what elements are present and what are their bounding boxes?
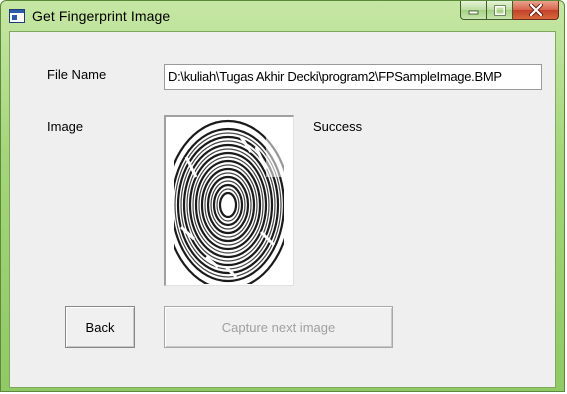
maximize-button[interactable] xyxy=(487,1,513,20)
fingerprint-image-box xyxy=(164,115,294,286)
close-icon xyxy=(528,4,543,16)
back-button[interactable]: Back xyxy=(65,306,135,348)
title-bar[interactable]: Get Fingerprint Image xyxy=(1,1,564,31)
minimize-button[interactable] xyxy=(460,1,487,20)
status-label: Success xyxy=(313,119,363,134)
capture-next-image-button[interactable]: Capture next image xyxy=(164,306,393,348)
file-path-field[interactable]: D:\kuliah\Tugas Akhir Decki\program2\FPS… xyxy=(164,64,542,90)
image-label: Image xyxy=(47,119,84,134)
window-title: Get Fingerprint Image xyxy=(32,8,171,24)
fingerprint-image xyxy=(166,117,292,284)
main-window: Get Fingerprint Image File Name D:\kulia… xyxy=(0,0,565,392)
close-button[interactable] xyxy=(513,1,559,20)
window-app-icon xyxy=(9,9,25,23)
file-name-label: File Name xyxy=(47,67,107,82)
caption-buttons xyxy=(460,1,559,21)
minimize-icon xyxy=(468,10,478,15)
maximize-icon xyxy=(493,4,506,16)
form-body: File Name D:\kuliah\Tugas Akhir Decki\pr… xyxy=(9,31,556,388)
